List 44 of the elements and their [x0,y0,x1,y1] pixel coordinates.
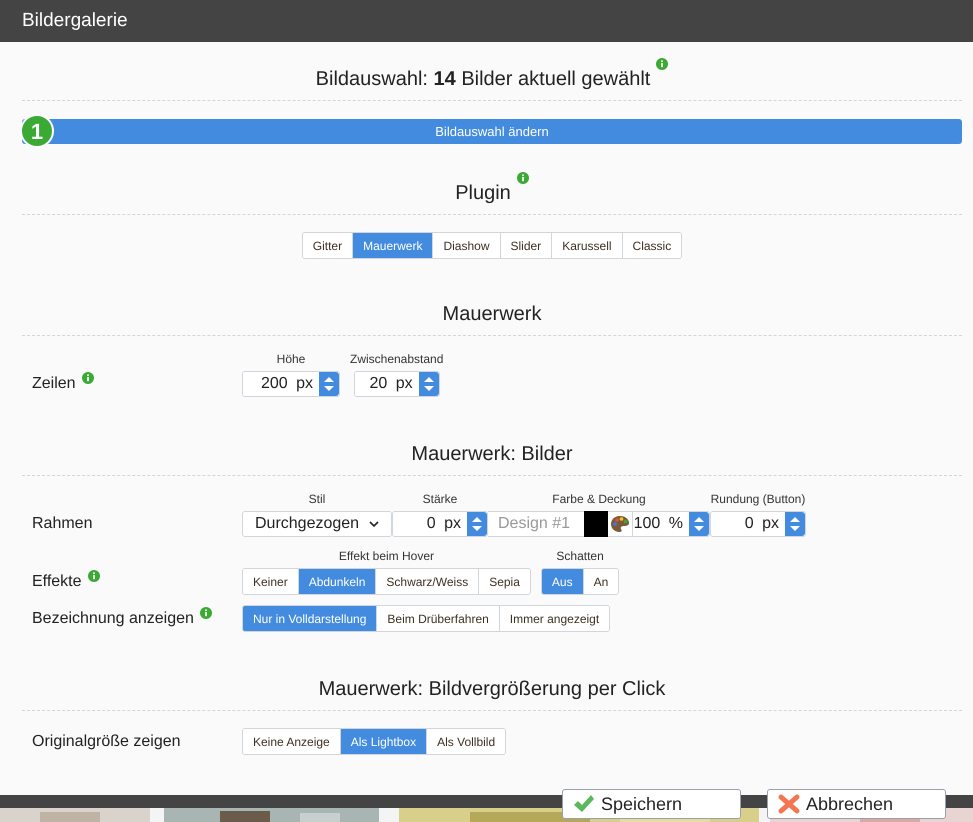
info-icon[interactable] [82,372,94,384]
segment-tab[interactable]: Als Vollbild [426,729,506,754]
section-heading: Plugin [455,182,511,204]
check-icon [573,794,595,814]
step-badge: 1 [20,114,54,148]
style-select[interactable]: Durchgezogen [242,511,392,537]
window-title: Bildergalerie [22,8,128,33]
info-icon[interactable] [656,58,668,70]
row-label: Zeilen [32,374,76,394]
field-caption: Effekt beim Hover [338,548,434,565]
section-heading: Mauerwerk [442,303,542,325]
row-label: Bezeichnung anzeigen [32,609,194,629]
section-heading: Mauerwerk: Bilder [411,443,573,465]
info-icon[interactable] [516,172,529,184]
cancel-button[interactable]: Abbrechen [767,789,946,819]
field-caption: Stärke [422,491,458,508]
field-caption: Schatten [556,548,604,565]
field-caption: Stil [308,491,326,508]
field-caption: Höhe [276,351,306,368]
close-icon [778,794,800,814]
field-caption: Zwischenabstand [350,351,444,368]
palette-icon[interactable] [608,511,632,537]
segment-tab[interactable]: Mauerwerk [352,233,432,258]
segment-tab[interactable]: Immer angezeigt [498,606,610,631]
field-caption: Rundung (Button) [710,491,806,508]
info-icon[interactable] [200,607,212,619]
field-caption: Farbe & Deckung [552,491,646,508]
segment-tab[interactable]: An [582,569,618,594]
save-button[interactable]: Speichern [562,789,741,819]
section-heading: Mauerwerk: Bildvergrößerung per Click [318,678,666,700]
color-swatch[interactable] [584,511,608,537]
row-label: Effekte [32,572,82,592]
section-heading: Bildauswahl: 14 Bilder aktuell gewählt [316,68,650,90]
segment-tab[interactable]: Abdunkeln [298,569,376,594]
segment-tab[interactable]: Sepia [478,569,530,594]
segment-tab[interactable]: Classic [622,233,682,258]
row-label: Originalgröße zeigen [32,732,181,752]
segment-tab[interactable]: Nur in Volldarstellung [243,606,376,631]
row-label: Rahmen [32,514,92,534]
segment-tab[interactable]: Aus [542,569,583,594]
color-design-field[interactable]: Design #1 [488,511,584,537]
info-icon[interactable] [88,570,100,582]
segment-tab[interactable]: Als Lightbox [340,729,426,754]
caret-icon [369,520,379,528]
